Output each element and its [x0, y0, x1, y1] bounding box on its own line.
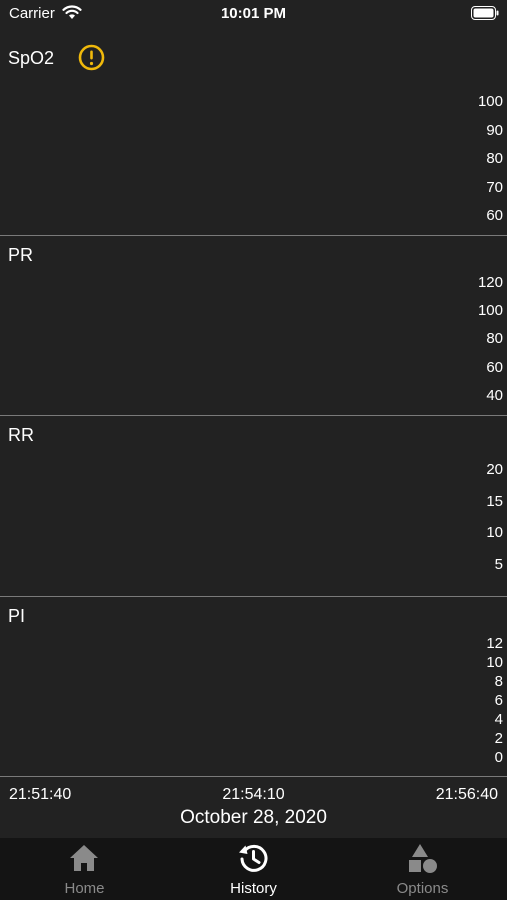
- spo2-tick: 80: [486, 150, 503, 167]
- panel-divider: [0, 776, 507, 777]
- rr-tick: 20: [486, 461, 503, 478]
- tab-options[interactable]: Options: [338, 838, 507, 900]
- pr-tick: 80: [486, 330, 503, 347]
- pi-tick: 0: [494, 749, 503, 766]
- tab-history-label: History: [230, 880, 277, 897]
- pr-panel: PR 120 100 80 60 40: [0, 236, 507, 416]
- date-label: October 28, 2020: [180, 807, 327, 828]
- pr-title: PR: [8, 245, 34, 265]
- pi-tick: 2: [494, 730, 503, 747]
- shapes-icon: [405, 842, 439, 879]
- rr-panel: RR 20 15 10 5: [0, 416, 507, 596]
- spo2-tick: 70: [486, 179, 503, 196]
- tab-home-label: Home: [64, 880, 105, 897]
- pi-tick: 6: [494, 692, 503, 709]
- spo2-tick: 60: [486, 207, 503, 224]
- pi-title: PI: [8, 606, 26, 626]
- spo2-tick: 90: [486, 122, 503, 139]
- spo2-title: SpO2: [8, 48, 55, 68]
- rr-tick: 15: [486, 493, 503, 510]
- tab-options-label: Options: [396, 880, 449, 897]
- time-axis-middle: 21:54:10: [222, 786, 285, 803]
- tab-bar: Home History Options: [0, 838, 507, 900]
- rr-tick: 5: [494, 556, 503, 573]
- rr-tick: 10: [486, 524, 503, 541]
- pr-tick: 40: [486, 387, 503, 404]
- pi-tick: 12: [486, 635, 503, 652]
- spo2-panel: SpO2 100 90 80 70 60: [0, 0, 507, 236]
- spo2-tick: 100: [477, 93, 503, 110]
- pr-tick: 100: [477, 302, 503, 319]
- pr-tick: 60: [486, 359, 503, 376]
- home-icon: [67, 842, 101, 879]
- pi-tick: 8: [494, 673, 503, 690]
- time-axis-end: 21:56:40: [435, 786, 498, 803]
- warning-circle-icon[interactable]: [78, 44, 105, 76]
- pr-tick: 120: [477, 274, 503, 291]
- pi-tick: 4: [494, 711, 503, 728]
- history-icon: [236, 842, 270, 879]
- pi-tick: 10: [486, 654, 503, 671]
- pi-panel: PI 12 10 8 6 4 2 0: [0, 597, 507, 776]
- tab-home[interactable]: Home: [0, 838, 169, 900]
- tab-history[interactable]: History: [169, 838, 338, 900]
- rr-title: RR: [8, 425, 34, 445]
